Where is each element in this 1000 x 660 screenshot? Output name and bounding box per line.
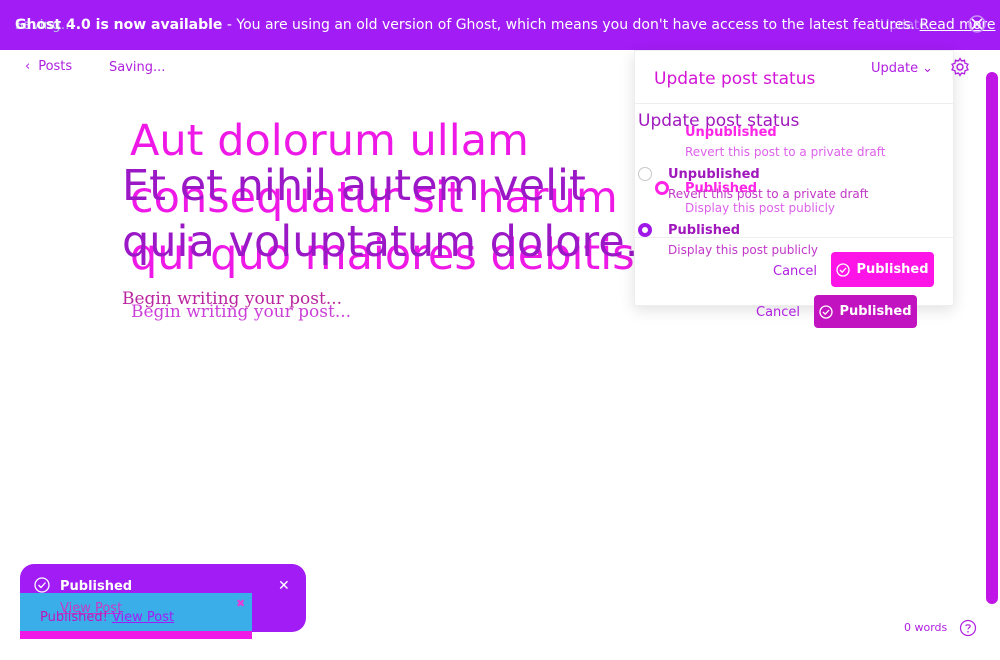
toast-title: Published xyxy=(60,579,133,594)
check-circle-icon xyxy=(819,304,834,319)
chevron-down-icon: ⌄ xyxy=(922,61,933,76)
banner-message-text: - You are using an old version of Ghost,… xyxy=(222,17,920,33)
divider xyxy=(635,103,953,104)
ghost-option-label: Unpublished xyxy=(685,125,777,140)
check-circle-icon xyxy=(836,262,851,277)
option-published-desc: Display this post publicly xyxy=(668,243,819,257)
ghost-option-desc: Revert this post to a private draft xyxy=(685,145,886,159)
scrollbar[interactable] xyxy=(986,72,998,604)
back-label: Posts xyxy=(38,59,73,74)
close-icon[interactable]: ✕ xyxy=(278,578,290,594)
word-count: 0 words xyxy=(904,621,948,634)
ghost-option-desc: Display this post publicly xyxy=(685,201,836,215)
chevron-left-icon: ‹ xyxy=(25,59,31,74)
close-icon[interactable] xyxy=(966,13,988,35)
back-to-posts-link[interactable]: ‹ Posts xyxy=(25,59,72,74)
close-icon[interactable]: ✖ xyxy=(236,597,245,610)
post-title[interactable]: Et et nihil autem velit quia voluptatum … xyxy=(122,158,642,268)
option-published-label[interactable]: Published xyxy=(668,223,740,238)
published-button[interactable]: Published xyxy=(814,295,917,328)
radio-published[interactable] xyxy=(638,223,652,237)
save-status: Saving... xyxy=(109,60,166,75)
update-dropdown-button[interactable]: Update ⌄ xyxy=(871,61,933,76)
publish-panel: Update post status Update ⌄ Update post … xyxy=(634,50,954,306)
update-label: Update xyxy=(871,61,919,76)
ghost-radio xyxy=(655,181,669,195)
radio-unpublished[interactable] xyxy=(638,167,652,181)
post-body-placeholder-ghost: Begin writing your post... xyxy=(131,302,352,322)
panel-title: Update post status xyxy=(654,69,816,89)
banner-product: Ghost 4.0 is now available xyxy=(15,17,223,33)
view-post-link[interactable]: View Post xyxy=(112,610,174,625)
update-banner: Saving... Update Ghost 4.0 is now availa… xyxy=(0,0,1000,50)
check-circle-icon xyxy=(34,577,50,593)
panel-published-button[interactable]: Published xyxy=(831,252,934,287)
panel-published-label: Published xyxy=(856,262,929,277)
option-unpublished-label[interactable]: Unpublished xyxy=(668,167,760,182)
toast-body-text: Published! xyxy=(40,610,108,625)
divider xyxy=(635,237,953,238)
option-unpublished-desc: Revert this post to a private draft xyxy=(668,187,869,201)
gear-icon[interactable] xyxy=(950,57,970,77)
help-icon[interactable] xyxy=(959,619,977,637)
cancel-button[interactable]: Cancel xyxy=(756,305,800,320)
published-label: Published xyxy=(839,304,912,319)
banner-message: Ghost 4.0 is now available - You are usi… xyxy=(15,17,995,33)
toast-body: Published! View Post xyxy=(40,610,174,625)
panel-cancel-button[interactable]: Cancel xyxy=(773,264,817,279)
